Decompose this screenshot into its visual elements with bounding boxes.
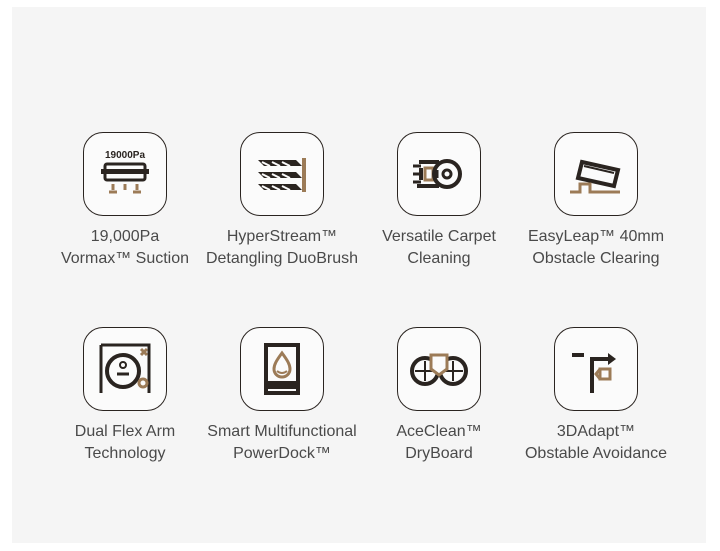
feature-duobrush: HyperStream™ Detangling DuoBrush xyxy=(192,132,372,270)
feature-tile xyxy=(240,327,324,411)
feature-powerdock: Smart Multifunctional PowerDock™ xyxy=(192,327,372,465)
obstacle-climb-icon xyxy=(570,159,621,194)
feature-tile xyxy=(554,132,638,216)
feature-label: Smart Multifunctional PowerDock™ xyxy=(207,423,357,462)
feature-tile xyxy=(397,327,481,411)
feature-tile xyxy=(397,132,481,216)
feature-label: HyperStream™ Detangling DuoBrush xyxy=(205,228,359,267)
feature-label: EasyLeap™ 40mm Obstacle Clearing xyxy=(527,228,665,267)
features-panel: 19000Pa 19,000Pa Vormax™ Suction HyperSt… xyxy=(12,7,706,543)
robot-suction-icon: 19000Pa xyxy=(101,150,149,194)
feature-tile: 19000Pa xyxy=(83,132,167,216)
feature-tile xyxy=(554,327,638,411)
duobrush-icon xyxy=(258,158,306,192)
feature-carpet: Versatile Carpet Cleaning xyxy=(349,132,529,270)
flex-arm-icon xyxy=(99,343,151,393)
feature-flex-arm: Dual Flex Arm Technology xyxy=(35,327,215,465)
carpet-brush-icon xyxy=(413,159,462,189)
feature-tile xyxy=(83,327,167,411)
feature-suction: 19000Pa 19,000Pa Vormax™ Suction xyxy=(35,132,215,270)
3d-adapt-icon xyxy=(572,353,616,393)
suction-badge: 19000Pa xyxy=(105,150,145,161)
feature-label: Versatile Carpet Cleaning xyxy=(382,228,496,267)
feature-easyleap: EasyLeap™ 40mm Obstacle Clearing xyxy=(506,132,686,270)
feature-tile xyxy=(240,132,324,216)
feature-3dadapt: 3DAdapt™ Obstable Avoidance xyxy=(506,327,686,465)
dryboard-icon xyxy=(410,353,468,386)
feature-label: 19,000Pa Vormax™ Suction xyxy=(60,228,190,267)
powerdock-icon xyxy=(264,343,300,395)
feature-label: AceClean™ DryBoard xyxy=(396,423,482,462)
feature-label: 3DAdapt™ Obstable Avoidance xyxy=(524,423,668,462)
feature-label: Dual Flex Arm Technology xyxy=(74,423,176,462)
feature-dryboard: AceClean™ DryBoard xyxy=(349,327,529,465)
